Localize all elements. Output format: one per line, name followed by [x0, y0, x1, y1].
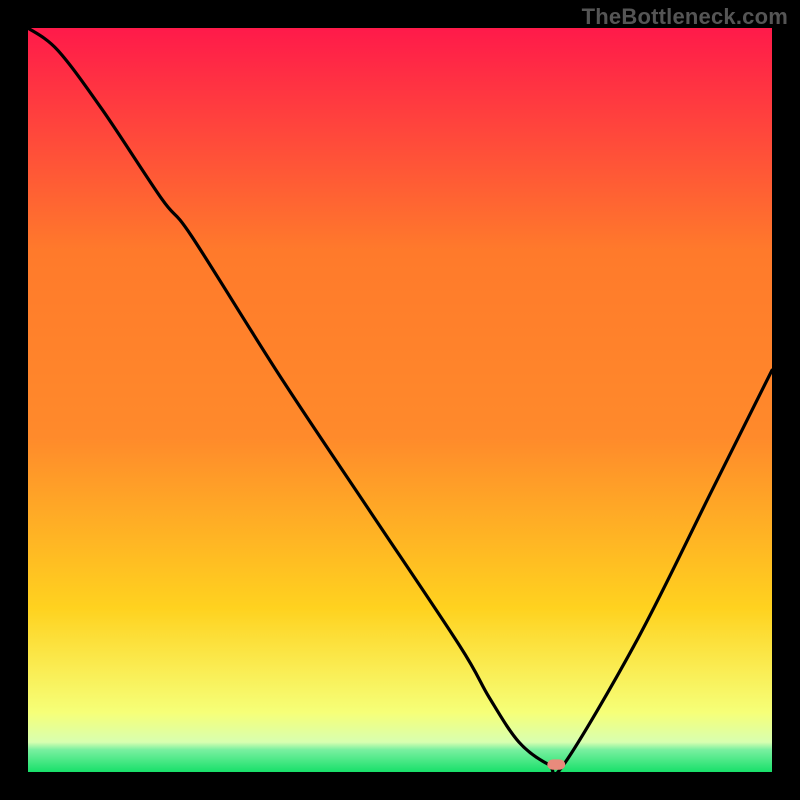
optimal-point-marker: [547, 759, 565, 769]
watermark-text: TheBottleneck.com: [582, 4, 788, 30]
curve-layer: [28, 28, 772, 772]
bottleneck-curve: [28, 28, 772, 772]
chart-frame: TheBottleneck.com: [0, 0, 800, 800]
plot-area: [28, 28, 772, 772]
